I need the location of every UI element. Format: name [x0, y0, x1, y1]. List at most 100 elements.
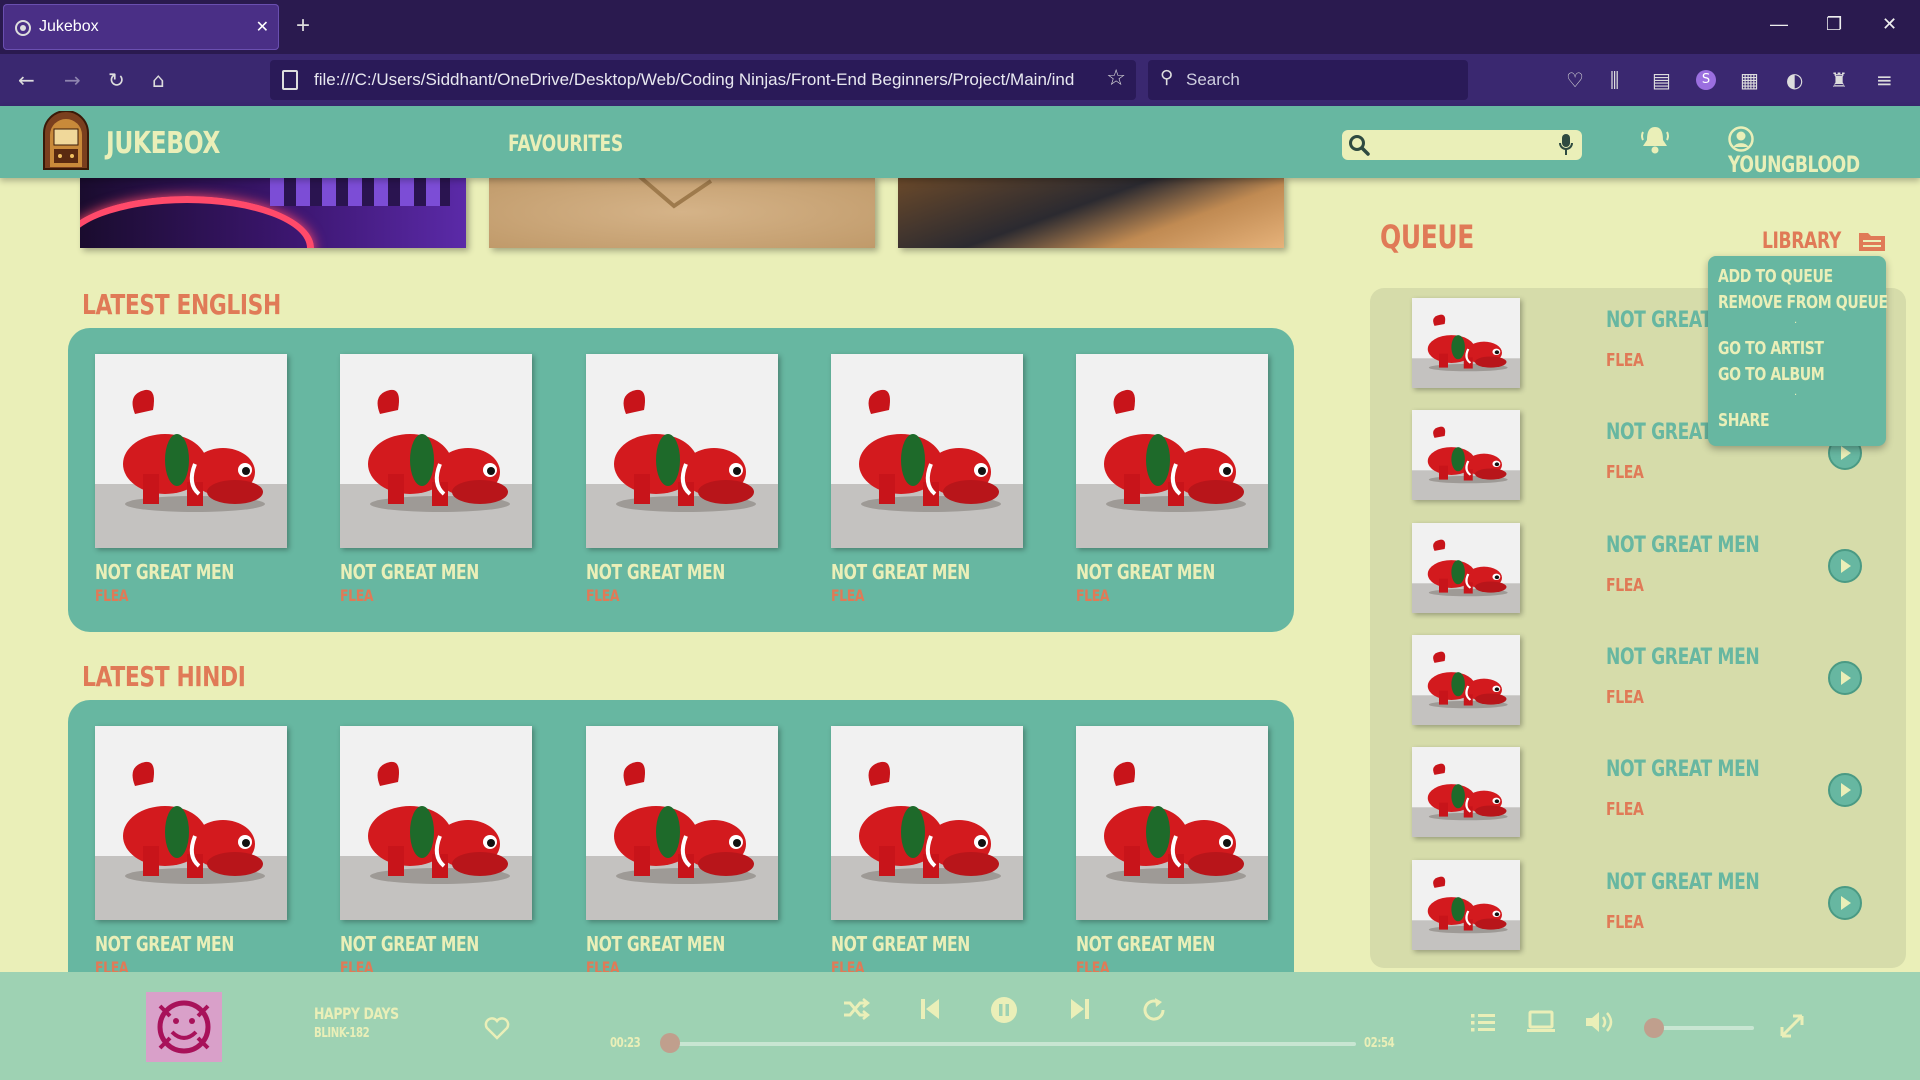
- queue-item[interactable]: NOT GREAT MEN FLEA: [1412, 625, 1918, 725]
- forward-icon[interactable]: →: [64, 68, 81, 92]
- bookmark-star-icon[interactable]: ☆: [1106, 66, 1126, 91]
- queue-song-title: NOT GREAT MEN: [1606, 870, 1760, 895]
- song-artist: FLEA: [1076, 586, 1110, 605]
- album-art-red-dog[interactable]: [1412, 523, 1520, 613]
- close-window-icon[interactable]: ✕: [1882, 14, 1897, 35]
- volume-slider[interactable]: [1650, 1026, 1754, 1030]
- extension-grid-icon[interactable]: ▦: [1740, 68, 1759, 92]
- sidebar-icon[interactable]: ▤: [1652, 68, 1671, 92]
- progress-bar[interactable]: [668, 1042, 1356, 1046]
- volume-handle[interactable]: [1644, 1018, 1664, 1038]
- banner-image-dj[interactable]: [80, 176, 466, 248]
- song-card[interactable]: NOT GREAT MEN FLEA: [831, 726, 1023, 977]
- search-icon: [1349, 135, 1370, 156]
- extension-s-icon[interactable]: S: [1696, 70, 1716, 90]
- menu-icon[interactable]: ≡: [1876, 68, 1893, 92]
- album-art-red-dog[interactable]: [1076, 354, 1268, 548]
- now-playing-album-art[interactable]: [146, 992, 222, 1062]
- restore-icon[interactable]: ❐: [1826, 14, 1842, 35]
- play-icon[interactable]: [1828, 773, 1862, 807]
- extension-bottle-icon[interactable]: ♜: [1830, 68, 1848, 92]
- menu-go-to-artist[interactable]: GO TO ARTIST: [1718, 338, 1824, 359]
- song-card[interactable]: NOT GREAT MEN FLEA: [340, 354, 532, 605]
- album-art-red-dog[interactable]: [1412, 298, 1520, 388]
- app-search-bar[interactable]: [1342, 130, 1582, 160]
- browser-tab[interactable]: Jukebox ✕: [3, 4, 279, 50]
- app-search-input[interactable]: [1376, 134, 1540, 158]
- song-card[interactable]: NOT GREAT MEN FLEA: [586, 354, 778, 605]
- previous-icon[interactable]: [918, 996, 942, 1022]
- song-card[interactable]: NOT GREAT MEN FLEA: [340, 726, 532, 977]
- song-title: NOT GREAT MEN: [1076, 560, 1215, 584]
- shuffle-icon[interactable]: [842, 996, 870, 1022]
- play-icon[interactable]: [1828, 886, 1862, 920]
- extension-shield-icon[interactable]: ◐: [1786, 68, 1803, 92]
- tab-title: Jukebox: [39, 18, 99, 35]
- queue-item[interactable]: NOT GREAT MEN FLEA: [1412, 850, 1918, 950]
- menu-share[interactable]: SHARE: [1718, 410, 1770, 431]
- fullscreen-expand-icon[interactable]: [1780, 1014, 1804, 1038]
- section-title-hindi: LATEST HINDI: [82, 660, 246, 693]
- hindi-songs-panel: NOT GREAT MEN FLEA NOT GREAT MEN FLEA NO…: [68, 700, 1294, 1004]
- album-art-red-dog[interactable]: [1412, 635, 1520, 725]
- library-button[interactable]: LIBRARY: [1762, 228, 1886, 254]
- banner-sand-heart: [637, 174, 713, 209]
- banner-image-road[interactable]: [898, 176, 1284, 248]
- close-tab-icon[interactable]: ✕: [256, 17, 269, 37]
- song-card[interactable]: NOT GREAT MEN FLEA: [586, 726, 778, 977]
- album-art-red-dog[interactable]: [340, 726, 532, 920]
- menu-remove-from-queue[interactable]: REMOVE FROM QUEUE: [1718, 292, 1888, 313]
- album-art-red-dog[interactable]: [95, 726, 287, 920]
- reload-icon[interactable]: ↻: [108, 68, 125, 92]
- new-tab-icon[interactable]: +: [296, 12, 310, 40]
- song-card[interactable]: NOT GREAT MEN FLEA: [1076, 726, 1268, 977]
- repeat-icon[interactable]: [1140, 996, 1168, 1024]
- back-icon[interactable]: ←: [18, 68, 35, 92]
- home-icon[interactable]: ⌂: [152, 68, 165, 92]
- banner-image-sand[interactable]: [489, 174, 875, 248]
- album-art-red-dog[interactable]: [831, 354, 1023, 548]
- jukebox-logo-icon[interactable]: [38, 111, 94, 171]
- library-icon[interactable]: ⫼: [1610, 68, 1619, 92]
- album-art-red-dog[interactable]: [831, 726, 1023, 920]
- url-text[interactable]: file:///C:/Users/Siddhant/OneDrive/Deskt…: [314, 70, 1104, 90]
- brand-name[interactable]: JUKEBOX: [106, 126, 220, 161]
- queue-list-icon[interactable]: [1470, 1012, 1496, 1034]
- device-laptop-icon[interactable]: [1526, 1010, 1556, 1034]
- song-card[interactable]: NOT GREAT MEN FLEA: [95, 354, 287, 605]
- user-avatar-icon: [1728, 126, 1754, 152]
- page-icon: [282, 70, 298, 90]
- next-icon[interactable]: [1068, 996, 1092, 1022]
- volume-icon[interactable]: [1584, 1010, 1614, 1034]
- album-art-red-dog[interactable]: [1076, 726, 1268, 920]
- album-art-red-dog[interactable]: [1412, 860, 1520, 950]
- album-art-red-dog[interactable]: [586, 726, 778, 920]
- song-card[interactable]: NOT GREAT MEN FLEA: [95, 726, 287, 977]
- queue-item[interactable]: NOT GREAT MEN FLEA: [1412, 513, 1918, 613]
- notification-bell-icon[interactable]: [1640, 124, 1670, 156]
- nav-favourites[interactable]: FAVOURITES: [508, 132, 623, 157]
- menu-go-to-album[interactable]: GO TO ALBUM: [1718, 364, 1825, 385]
- play-icon[interactable]: [1828, 549, 1862, 583]
- pause-icon[interactable]: [990, 996, 1018, 1024]
- address-bar[interactable]: file:///C:/Users/Siddhant/OneDrive/Deskt…: [270, 60, 1136, 100]
- song-card[interactable]: NOT GREAT MEN FLEA: [831, 354, 1023, 605]
- browser-search-field[interactable]: ⚲ Search: [1148, 60, 1468, 100]
- song-title: NOT GREAT MEN: [340, 932, 479, 956]
- album-art-red-dog[interactable]: [95, 354, 287, 548]
- album-art-red-dog[interactable]: [1412, 747, 1520, 837]
- progress-handle[interactable]: [660, 1033, 680, 1053]
- album-art-red-dog[interactable]: [586, 354, 778, 548]
- album-art-red-dog[interactable]: [340, 354, 532, 548]
- app-header: JUKEBOX FAVOURITES YOUNGBLOOD: [0, 106, 1920, 178]
- microphone-icon[interactable]: [1558, 133, 1574, 157]
- minimize-icon[interactable]: —: [1770, 14, 1788, 35]
- play-icon[interactable]: [1828, 661, 1862, 695]
- queue-item[interactable]: NOT GREAT MEN FLEA: [1412, 737, 1918, 837]
- heart-icon[interactable]: [484, 1016, 510, 1040]
- album-art-red-dog[interactable]: [1412, 410, 1520, 500]
- song-card[interactable]: NOT GREAT MEN FLEA: [1076, 354, 1268, 605]
- pocket-icon[interactable]: ♡: [1566, 68, 1584, 92]
- menu-add-to-queue[interactable]: ADD TO QUEUE: [1718, 266, 1833, 287]
- user-menu[interactable]: YOUNGBLOOD: [1728, 126, 1920, 178]
